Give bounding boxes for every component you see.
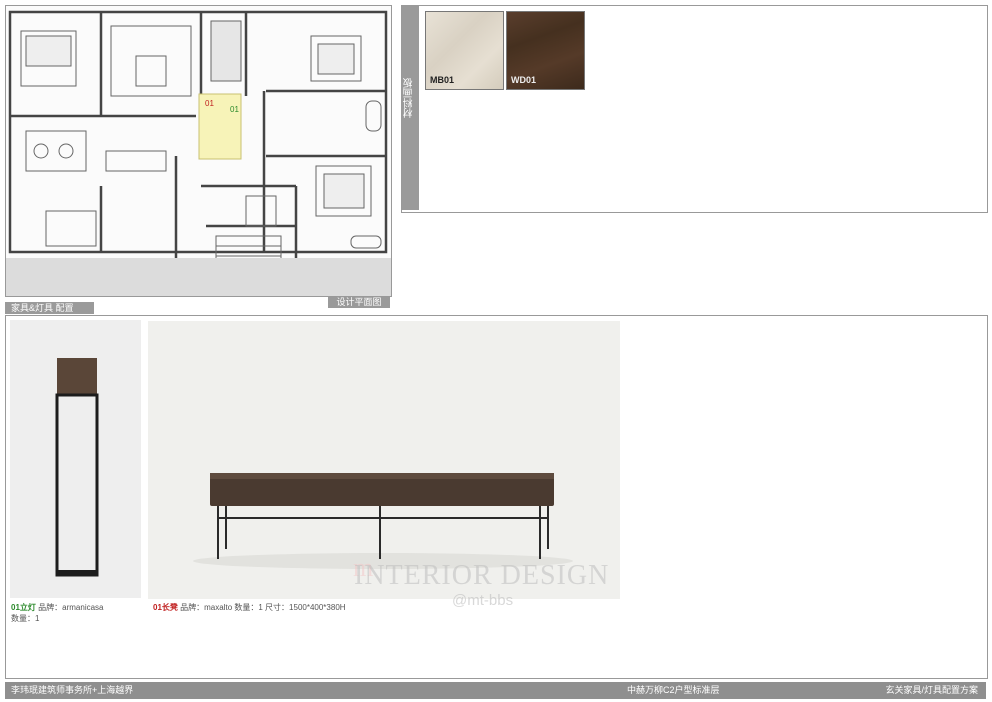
watermark-text: INTERIOR DESIGN <box>354 560 610 591</box>
bench-name: 01长凳 <box>153 603 178 612</box>
plan-marker-left: 01 <box>205 99 214 108</box>
material-board-label: 材料画板 <box>402 6 419 210</box>
material-board-label-text: 材料画板 <box>404 78 415 118</box>
bench-caption: 01长凳 品牌：maxalto 数量：1 尺寸：1500*400*380H <box>153 602 346 613</box>
bench-details: 品牌：maxalto 数量：1 尺寸：1500*400*380H <box>180 603 346 612</box>
swatch-code: MB01 <box>430 75 455 85</box>
footer-project: 中赫万柳C2户型标准层 <box>627 685 720 695</box>
swatch-mb01: MB01 <box>425 11 504 90</box>
lamp-qty: 数量：1 <box>11 614 40 623</box>
lamp-name: 01立灯 <box>11 603 36 612</box>
bench-image: m <box>148 321 620 599</box>
floor-plan-drawing: 01 01 <box>6 6 391 296</box>
lamp-image <box>10 320 141 598</box>
lamp-caption: 01立灯 品牌：armanicasa <box>11 602 104 613</box>
footer-firm: 李玮珉建筑师事务所+上海越界 <box>11 685 134 695</box>
section-label-furniture: 家具&灯具 配置 <box>5 302 94 314</box>
footer-sheet-title: 玄关家具/灯具配置方案 <box>885 685 978 695</box>
swatch-wd01: WD01 <box>506 11 585 90</box>
plan-label: 设计平面图 <box>328 297 390 308</box>
swatch-code: WD01 <box>511 75 537 85</box>
floor-plan: 01 01 <box>5 5 392 297</box>
bench-icon: m <box>193 473 573 582</box>
floor-lamp-icon <box>55 358 99 577</box>
plan-marker-right: 01 <box>230 105 239 114</box>
watermark-handle: @mt-bbs <box>452 592 514 609</box>
footer-bar: 李玮珉建筑师事务所+上海越界 中赫万柳C2户型标准层 玄关家具/灯具配置方案 <box>5 682 986 699</box>
lamp-details: 品牌：armanicasa <box>38 603 104 612</box>
